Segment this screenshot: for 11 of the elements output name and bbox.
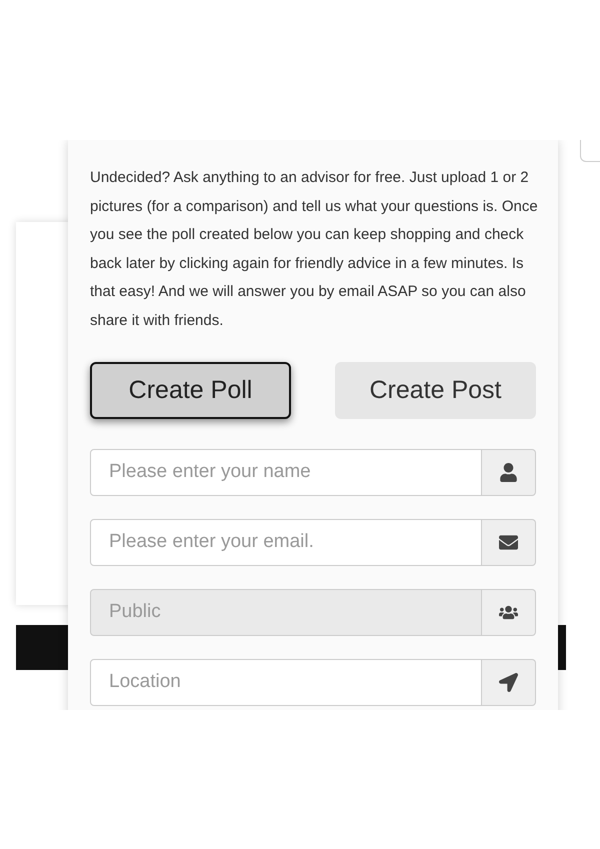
user-icon — [499, 463, 518, 482]
tab[interactable]: Create Poll — [90, 362, 291, 419]
envelope-icon — [499, 533, 518, 552]
input-field[interactable]: Please enter your email. — [90, 519, 482, 566]
page-edge — [580, 140, 600, 162]
tab[interactable]: Create Post — [335, 362, 536, 419]
input-field[interactable]: Please enter your name — [90, 449, 482, 496]
users-icon — [499, 603, 518, 622]
input-field[interactable]: Location — [90, 659, 482, 706]
location-arrow-icon — [499, 673, 518, 692]
intro-text: Undecided? Ask anything to an advisor for free. Just upload 1 or 2 pictures (for a comparison) and tell us what your questions is. Once you see the poll created below you can keep shopping and check back later by clicking again for friendly advice in a few minutes. Is that easy! And we will answer you by email ASAP so you can also share it with friends. — [90, 168, 538, 330]
